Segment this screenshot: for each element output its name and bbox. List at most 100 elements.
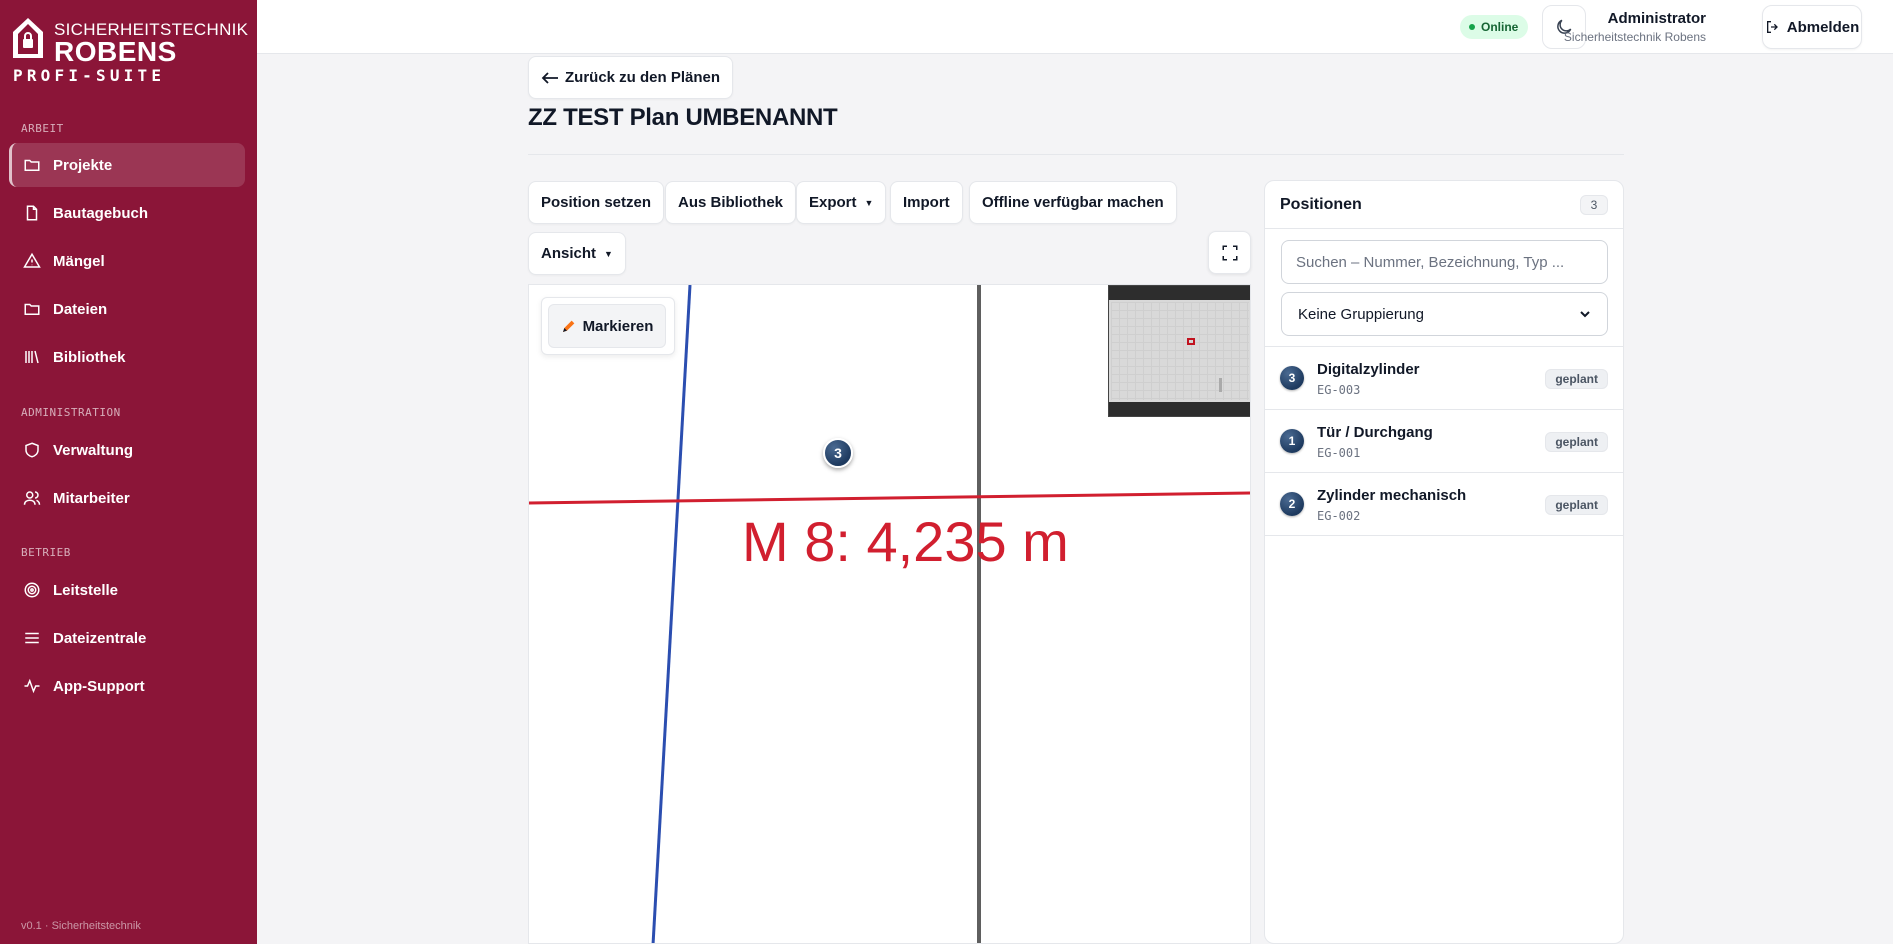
minimap-footer: [1109, 402, 1250, 416]
nav-section-arbeit: ARBEIT: [21, 122, 64, 135]
back-label: Zurück zu den Plänen: [565, 69, 721, 86]
sidebar-item-dateizentrale[interactable]: Dateizentrale: [9, 616, 245, 660]
position-code: EG-003: [1317, 383, 1361, 397]
markup-toolbar: Markieren: [541, 297, 675, 355]
offline-label: Offline verfügbar machen: [982, 194, 1164, 211]
arrow-left-icon: [541, 71, 558, 84]
positions-header: Positionen 3: [1265, 181, 1623, 229]
folder-icon: [22, 299, 42, 319]
position-list-item[interactable]: 2 Zylinder mechanisch EG-002 geplant: [1265, 473, 1623, 536]
users-icon: [22, 488, 42, 508]
sidebar-item-bautagebuch[interactable]: Bautagebuch: [9, 191, 245, 235]
blue-line: [651, 285, 692, 943]
status-dot-icon: [1469, 24, 1475, 30]
minimap-plan: [1111, 302, 1249, 400]
logout-label: Abmelden: [1786, 18, 1860, 36]
control-center-icon: [22, 580, 42, 600]
title-divider: [528, 154, 1624, 155]
position-number-badge: 1: [1280, 429, 1304, 453]
menu-lines-icon: [22, 628, 42, 648]
sidebar-item-label: App-Support: [53, 677, 145, 695]
positions-search-input[interactable]: [1281, 240, 1608, 284]
fullscreen-icon: [1222, 245, 1237, 260]
status-text: Online: [1481, 20, 1519, 34]
chevron-down-icon: [1580, 311, 1590, 318]
sidebar-item-dateien[interactable]: Dateien: [9, 287, 245, 331]
set-position-label: Position setzen: [541, 194, 652, 211]
red-measure-line: [529, 491, 1250, 505]
nav-section-administration: ADMINISTRATION: [21, 406, 121, 419]
back-to-plans-button[interactable]: Zurück zu den Plänen: [528, 56, 734, 99]
sidebar-item-label: Mängel: [53, 252, 105, 270]
library-icon: [22, 347, 42, 367]
sidebar-item-label: Mitarbeiter: [53, 489, 130, 507]
sidebar-item-mitarbeiter[interactable]: Mitarbeiter: [9, 476, 245, 520]
minimap-viewport-indicator[interactable]: [1187, 338, 1195, 345]
mark-button[interactable]: Markieren: [548, 304, 666, 348]
sidebar-item-label: Verwaltung: [53, 441, 134, 459]
from-library-label: Aus Bibliothek: [678, 194, 784, 211]
sidebar-item-label: Bautagebuch: [53, 204, 149, 222]
position-code: EG-001: [1317, 446, 1361, 460]
sidebar-item-label: Dateizentrale: [53, 629, 147, 647]
position-list-item[interactable]: 1 Tür / Durchgang EG-001 geplant: [1265, 410, 1623, 473]
logout-icon: [1766, 21, 1778, 33]
view-label: Ansicht: [541, 245, 597, 262]
topbar: Online Administrator Sicherheitstechnik …: [257, 0, 1893, 54]
position-number-badge: 3: [1280, 366, 1304, 390]
set-position-button[interactable]: Position setzen: [528, 181, 665, 224]
brand-suite-label: PROFI-SUITE: [13, 66, 166, 85]
plan-minimap[interactable]: [1108, 285, 1250, 417]
caret-down-icon: ▼: [604, 248, 613, 259]
sidebar-item-label: Dateien: [53, 300, 108, 318]
export-label: Export: [809, 194, 857, 211]
positions-count-badge: 3: [1580, 195, 1608, 215]
export-dropdown-button[interactable]: Export ▼: [796, 181, 887, 224]
mark-label: Markieren: [582, 317, 654, 335]
plan-canvas[interactable]: M 8: 4,235 m Markieren: [528, 284, 1251, 944]
grouping-select[interactable]: Keine Gruppierung: [1281, 292, 1608, 336]
warning-icon: [22, 251, 42, 271]
position-list-item[interactable]: 3 Digitalzylinder EG-003 geplant: [1265, 347, 1623, 410]
activity-icon: [22, 676, 42, 696]
version-label: v0.1 · Sicherheitstechnik: [21, 920, 141, 932]
nav-section-betrieb: BETRIEB: [21, 546, 71, 559]
sidebar-item-label: Bibliothek: [53, 348, 126, 366]
minimap-header: [1109, 286, 1250, 300]
position-status-badge: geplant: [1545, 369, 1608, 389]
online-status-badge: Online: [1460, 15, 1529, 39]
from-library-button[interactable]: Aus Bibliothek: [665, 181, 797, 224]
brand-line2: ROBENS: [54, 36, 177, 67]
import-label: Import: [903, 194, 950, 211]
import-button[interactable]: Import: [890, 181, 963, 224]
positions-title: Positionen: [1280, 196, 1362, 213]
brand-logo: SICHERHEITSTECHNIK ROBENS PROFI-SUITE: [12, 14, 248, 86]
fullscreen-button[interactable]: [1208, 231, 1251, 274]
position-status-badge: geplant: [1545, 495, 1608, 515]
folder-icon: [22, 155, 42, 175]
position-number-badge: 2: [1280, 492, 1304, 516]
user-info: Administrator Sicherheitstechnik Robens: [1564, 10, 1706, 44]
position-name: Zylinder mechanisch: [1317, 487, 1467, 504]
offline-available-button[interactable]: Offline verfügbar machen: [969, 181, 1177, 224]
sidebar-item-label: Projekte: [53, 156, 113, 174]
file-icon: [22, 203, 42, 223]
caret-down-icon: ▼: [864, 197, 874, 208]
sidebar-item-verwaltung[interactable]: Verwaltung: [9, 428, 245, 472]
positions-panel: Positionen 3 Keine Gruppierung 3 Digital…: [1264, 180, 1624, 944]
sidebar-item-bibliothek[interactable]: Bibliothek: [9, 335, 245, 379]
position-marker-3[interactable]: 3: [823, 438, 853, 468]
sidebar-item-leitstelle[interactable]: Leitstelle: [9, 568, 245, 612]
minimap-detail: [1219, 378, 1222, 392]
user-organization: Sicherheitstechnik Robens: [1563, 30, 1706, 44]
shield-icon: [22, 440, 42, 460]
logout-button[interactable]: Abmelden: [1762, 5, 1862, 49]
measurement-label: M 8: 4,235 m: [742, 510, 1069, 573]
position-name: Tür / Durchgang: [1317, 424, 1433, 441]
sidebar-item-projekte[interactable]: Projekte: [9, 143, 245, 187]
sidebar: SICHERHEITSTECHNIK ROBENS PROFI-SUITE AR…: [0, 0, 257, 944]
sidebar-item-label: Leitstelle: [53, 581, 119, 599]
sidebar-item-app-support[interactable]: App-Support: [9, 664, 245, 708]
sidebar-item-maengel[interactable]: Mängel: [9, 239, 245, 283]
view-dropdown-button[interactable]: Ansicht ▼: [528, 232, 626, 275]
